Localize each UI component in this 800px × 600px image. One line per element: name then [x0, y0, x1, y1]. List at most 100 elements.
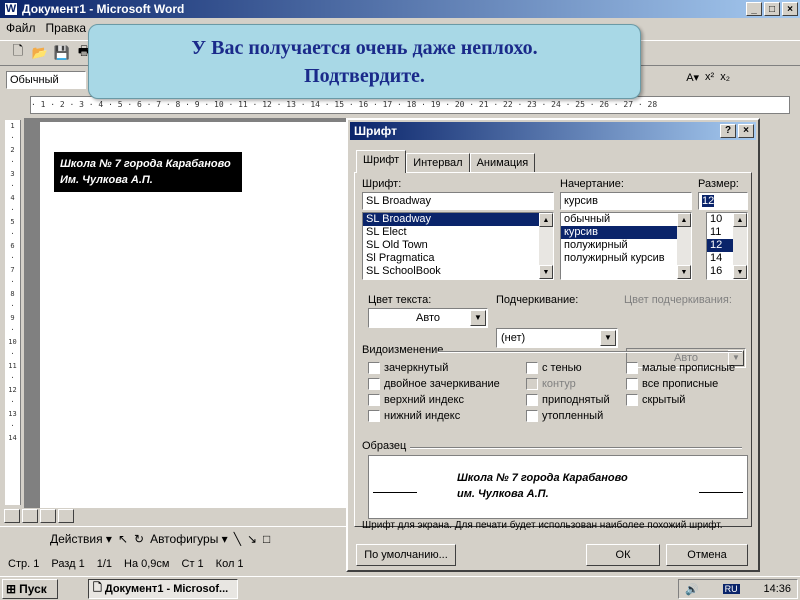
- normal-view-icon[interactable]: [4, 509, 20, 523]
- style-option[interactable]: курсив: [561, 226, 691, 239]
- status-at: На 0,9см: [124, 558, 170, 570]
- color-select[interactable]: Авто ▼: [368, 308, 488, 328]
- default-button[interactable]: По умолчанию...: [356, 544, 456, 566]
- superscript-icon[interactable]: x²: [705, 71, 714, 84]
- status-section: Разд 1: [51, 558, 85, 570]
- rectangle-icon[interactable]: □: [263, 532, 270, 546]
- double-strikethrough-checkbox[interactable]: двойное зачеркивание: [368, 376, 500, 392]
- autoshapes-menu[interactable]: Автофигуры ▾: [150, 532, 228, 546]
- preview-text: Школа № 7 города Карабаново им. Чулкова …: [457, 472, 628, 500]
- font-option[interactable]: SL Elect: [363, 226, 553, 239]
- font-option[interactable]: Sl Pragmatica: [363, 252, 553, 265]
- style-option[interactable]: полужирный: [561, 239, 691, 252]
- subscript-checkbox[interactable]: нижний индекс: [368, 408, 500, 424]
- style-listbox[interactable]: обычный курсив полужирный полужирный кур…: [560, 212, 692, 280]
- arrow-icon[interactable]: ↘: [247, 532, 257, 546]
- size-list-scrollbar[interactable]: ▲ ▼: [733, 213, 747, 279]
- scroll-up-icon[interactable]: ▲: [677, 213, 691, 227]
- size-input[interactable]: 12: [698, 192, 748, 210]
- tab-animation[interactable]: Анимация: [469, 153, 536, 173]
- engrave-checkbox[interactable]: утопленный: [526, 408, 610, 424]
- line-icon[interactable]: ╲: [234, 532, 241, 546]
- checkbox-box[interactable]: [526, 410, 538, 422]
- close-button[interactable]: ×: [782, 2, 798, 16]
- window-title: Документ1 - Microsoft Word: [22, 2, 185, 16]
- status-col: Кол 1: [215, 558, 244, 570]
- style-select[interactable]: Обычный: [6, 71, 86, 89]
- scroll-up-icon[interactable]: ▲: [539, 213, 553, 227]
- font-input[interactable]: SL Broadway: [362, 192, 554, 210]
- effects-column-3: малые прописные все прописные скрытый: [626, 360, 735, 408]
- cancel-button[interactable]: Отмена: [666, 544, 748, 566]
- all-caps-checkbox[interactable]: все прописные: [626, 376, 735, 392]
- menu-file[interactable]: Файл: [6, 21, 36, 35]
- scroll-down-icon[interactable]: ▼: [733, 265, 747, 279]
- subscript-icon[interactable]: x₂: [720, 71, 730, 84]
- checkbox-box[interactable]: [626, 362, 638, 374]
- effects-column-1: зачеркнутый двойное зачеркивание верхний…: [368, 360, 500, 424]
- checkbox-box[interactable]: [526, 362, 538, 374]
- font-color-icon[interactable]: A▾: [686, 71, 699, 84]
- shadow-checkbox[interactable]: с тенью: [526, 360, 610, 376]
- taskbar-word-item[interactable]: 🗋 Документ1 - Microsof...: [88, 578, 238, 599]
- tab-font[interactable]: Шрифт: [356, 150, 407, 173]
- checkbox-box[interactable]: [368, 378, 380, 390]
- effects-divider: [438, 351, 742, 353]
- dropdown-arrow-icon[interactable]: ▼: [470, 310, 486, 326]
- superscript-checkbox[interactable]: верхний индекс: [368, 392, 500, 408]
- open-folder-icon[interactable]: 📂: [30, 43, 50, 63]
- volume-icon[interactable]: 🔊: [685, 583, 699, 596]
- style-input[interactable]: курсив: [560, 192, 692, 210]
- maximize-button[interactable]: □: [764, 2, 780, 16]
- outline-view-icon[interactable]: [58, 509, 74, 523]
- scroll-down-icon[interactable]: ▼: [677, 265, 691, 279]
- checkbox-box[interactable]: [368, 362, 380, 374]
- style-option[interactable]: полужирный курсив: [561, 252, 691, 265]
- rotate-icon[interactable]: ↻: [134, 532, 144, 546]
- strikethrough-checkbox[interactable]: зачеркнутый: [368, 360, 500, 376]
- checkbox-box[interactable]: [626, 378, 638, 390]
- font-list-scrollbar[interactable]: ▲ ▼: [539, 213, 553, 279]
- statusbar: Стр. 1 Разд 1 1/1 На 0,9см Ст 1 Кол 1: [0, 555, 346, 573]
- checkbox-box[interactable]: [626, 394, 638, 406]
- emboss-checkbox[interactable]: приподнятый: [526, 392, 610, 408]
- scroll-up-icon[interactable]: ▲: [733, 213, 747, 227]
- dropdown-arrow-icon[interactable]: ▼: [600, 330, 616, 346]
- select-pointer-icon[interactable]: ↖: [118, 532, 128, 546]
- tab-spacing[interactable]: Интервал: [406, 153, 470, 173]
- status-pages: 1/1: [96, 558, 113, 570]
- effects-group-title: Видоизменение: [362, 344, 444, 356]
- menu-edit[interactable]: Правка: [46, 21, 87, 35]
- preview-baseline-right: [699, 492, 743, 493]
- font-listbox[interactable]: SL Broadway SL Elect SL Old Town Sl Prag…: [362, 212, 554, 280]
- hidden-checkbox[interactable]: скрытый: [626, 392, 735, 408]
- instruction-banner: У Вас получается очень даже неплохо. Под…: [88, 24, 641, 99]
- font-option[interactable]: SL SchoolBook: [363, 265, 553, 278]
- dialog-close-button[interactable]: ×: [738, 124, 754, 138]
- vertical-ruler[interactable]: 1 · 2 · 3 · 4 · 5 · 6 · 7 · 8 · 9 · 10 · 11 · 12 · 13 · 14: [5, 120, 21, 505]
- font-option[interactable]: SL Old Town: [363, 239, 553, 252]
- style-list-scrollbar[interactable]: ▲ ▼: [677, 213, 691, 279]
- language-indicator[interactable]: RU: [722, 584, 740, 594]
- help-button[interactable]: ?: [720, 124, 736, 138]
- size-listbox[interactable]: 10 11 12 14 16 ▲ ▼: [706, 212, 748, 280]
- style-option[interactable]: обычный: [561, 213, 691, 226]
- underline-select[interactable]: (нет) ▼: [496, 328, 618, 348]
- start-button[interactable]: ⊞ Пуск: [2, 578, 58, 599]
- color-label: Цвет текста:: [368, 294, 432, 306]
- save-icon[interactable]: 💾: [52, 43, 72, 63]
- banner-line-2: Подтвердите.: [304, 64, 425, 87]
- actions-menu[interactable]: Действия ▾: [50, 532, 112, 546]
- small-caps-checkbox[interactable]: малые прописные: [626, 360, 735, 376]
- checkbox-box[interactable]: [368, 410, 380, 422]
- scroll-down-icon[interactable]: ▼: [539, 265, 553, 279]
- selected-document-text[interactable]: Школа № 7 города Карабаново Им. Чулкова …: [54, 152, 242, 192]
- font-option[interactable]: SL Broadway: [363, 213, 553, 226]
- ok-button[interactable]: ОК: [586, 544, 660, 566]
- web-view-icon[interactable]: [22, 509, 38, 523]
- minimize-button[interactable]: _: [746, 2, 762, 16]
- page-view-icon[interactable]: [40, 509, 56, 523]
- checkbox-box[interactable]: [526, 394, 538, 406]
- checkbox-box[interactable]: [368, 394, 380, 406]
- new-document-icon[interactable]: 🗋: [8, 43, 28, 63]
